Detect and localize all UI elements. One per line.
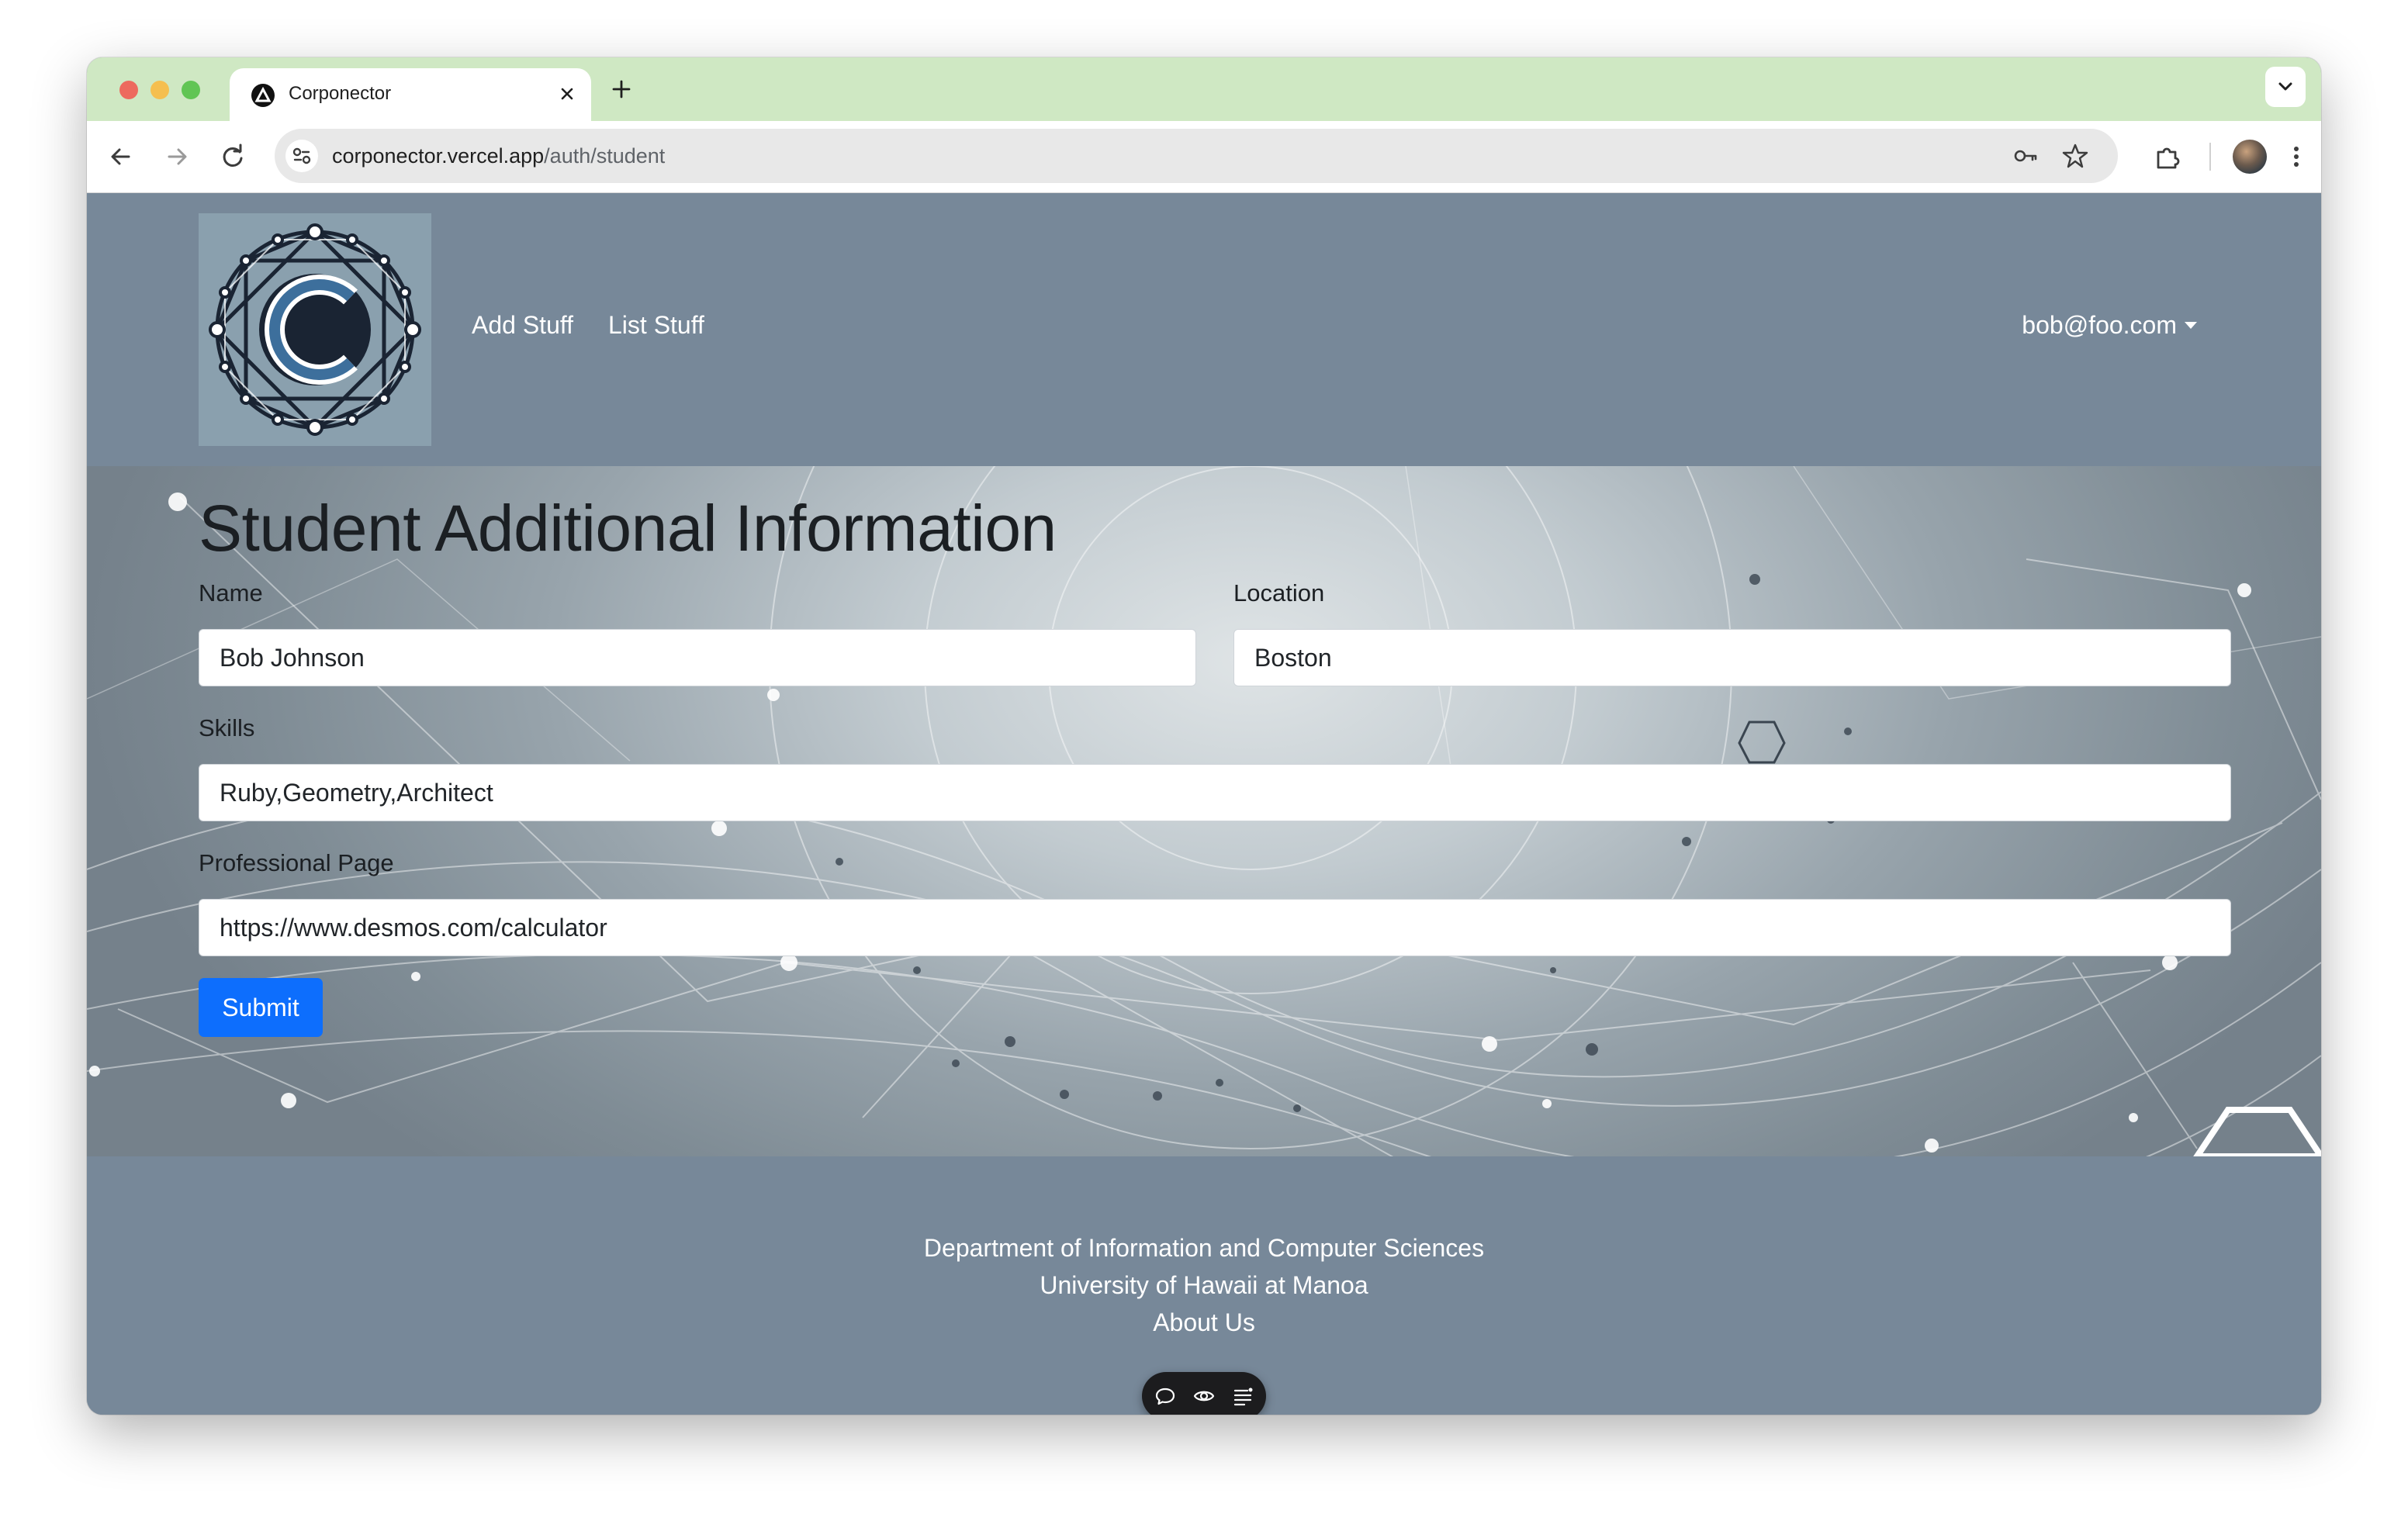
submit-button[interactable]: Submit xyxy=(199,978,323,1037)
zoom-window-button[interactable] xyxy=(182,81,200,99)
tab-strip: Corponector xyxy=(87,57,2321,121)
professional-page-label: Professional Page xyxy=(199,849,394,876)
skills-label: Skills xyxy=(199,714,255,741)
more-menu-icon[interactable] xyxy=(2279,140,2313,174)
address-bar[interactable]: corponector.vercel.app/auth/student xyxy=(275,129,2118,183)
extensions-icon[interactable] xyxy=(2150,140,2185,174)
nav-link-add-stuff[interactable]: Add Stuff xyxy=(472,311,573,340)
site-info-icon[interactable] xyxy=(285,140,318,172)
profile-avatar[interactable] xyxy=(2233,140,2267,174)
site-navbar: Add Stuff List Stuff bob@foo.com xyxy=(87,193,2321,466)
form-section: Student Additional Information Name Loca… xyxy=(87,466,2321,1156)
tab-list-chevron-icon xyxy=(2278,82,2292,91)
footer-about-us-link[interactable]: About Us xyxy=(87,1308,2321,1337)
list-icon[interactable] xyxy=(1230,1384,1255,1408)
professional-page-input[interactable] xyxy=(199,899,2231,956)
form-title: Student Additional Information xyxy=(199,492,1057,565)
browser-toolbar: corponector.vercel.app/auth/student xyxy=(87,121,2321,193)
page-content: Add Stuff List Stuff bob@foo.com Student… xyxy=(87,193,2321,1415)
favicon-icon xyxy=(251,84,275,107)
reload-icon[interactable] xyxy=(216,140,250,174)
footer-university: University of Hawaii at Manoa xyxy=(1040,1271,1368,1299)
name-input[interactable] xyxy=(199,629,1196,686)
floating-toolbar xyxy=(1142,1372,1266,1415)
skills-input[interactable] xyxy=(199,764,2231,821)
back-icon[interactable] xyxy=(104,140,138,174)
toolbar-divider xyxy=(2209,143,2211,171)
url-path: /auth/student xyxy=(544,144,666,168)
close-tab-icon[interactable] xyxy=(555,82,579,105)
tab-list-button[interactable] xyxy=(2265,67,2306,107)
eye-icon[interactable] xyxy=(1192,1384,1216,1408)
caret-down-icon xyxy=(2185,322,2197,329)
minimize-window-button[interactable] xyxy=(150,81,169,99)
password-key-icon[interactable] xyxy=(2011,141,2040,171)
user-dropdown[interactable]: bob@foo.com xyxy=(2022,311,2197,340)
location-label: Location xyxy=(1233,579,1325,607)
footer-department: Department of Information and Computer S… xyxy=(923,1234,1485,1262)
new-tab-plus-icon[interactable] xyxy=(608,76,635,102)
forward-icon[interactable] xyxy=(160,140,194,174)
comment-icon[interactable] xyxy=(1153,1384,1178,1408)
bookmark-star-icon[interactable] xyxy=(2060,141,2090,171)
tab-title: Corponector xyxy=(289,83,392,104)
nav-link-list-stuff[interactable]: List Stuff xyxy=(608,311,704,340)
location-input[interactable] xyxy=(1233,629,2231,686)
name-label: Name xyxy=(199,579,263,607)
url-domain: corponector.vercel.app xyxy=(332,144,545,168)
browser-tab[interactable]: Corponector xyxy=(230,68,591,121)
close-window-button[interactable] xyxy=(119,81,138,99)
user-email: bob@foo.com xyxy=(2022,311,2177,339)
corponector-logo[interactable] xyxy=(199,213,431,446)
browser-window: Corponector corponector.vercel.app/auth/… xyxy=(87,57,2321,1415)
url-text[interactable]: corponector.vercel.app/auth/student xyxy=(332,144,665,168)
